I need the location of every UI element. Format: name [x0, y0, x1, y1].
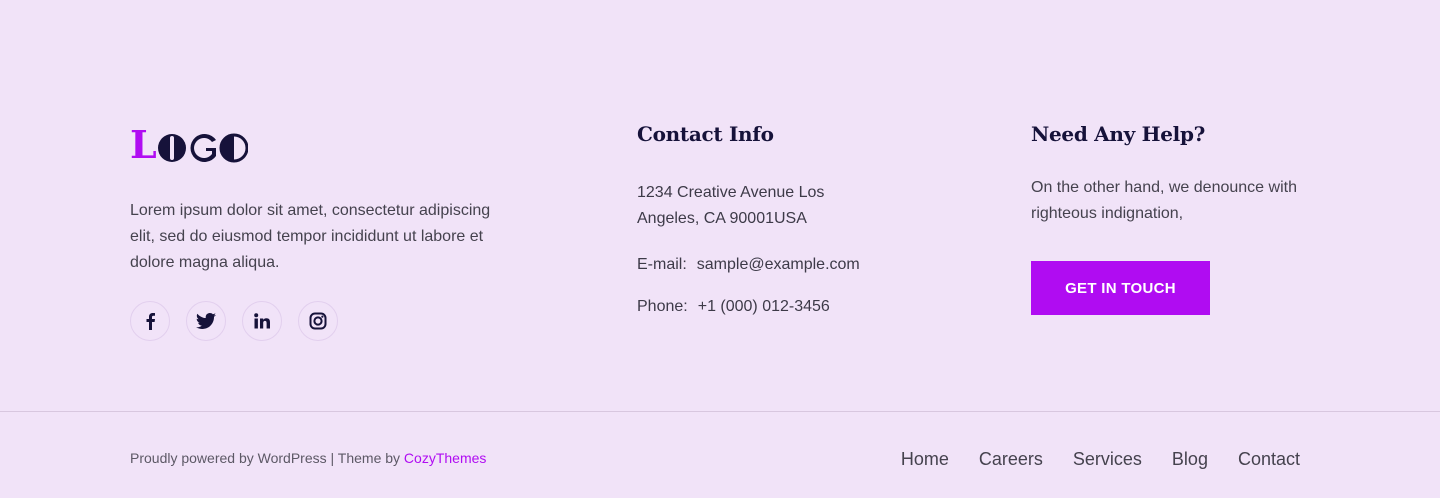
logo-first-letter: L [130, 122, 157, 167]
social-links [130, 301, 338, 341]
site-credits: Proudly powered by WordPress | Theme by … [130, 450, 486, 466]
footer-nav-careers[interactable]: Careers [979, 449, 1043, 470]
twitter-link[interactable] [186, 301, 226, 341]
theme-by-text: Theme by [337, 450, 404, 466]
help-heading: Need Any Help? [1031, 122, 1206, 146]
powered-by-text: Proudly powered by WordPress [130, 450, 327, 466]
facebook-icon [146, 313, 155, 330]
phone-label: Phone: [637, 298, 688, 315]
about-text: Lorem ipsum dolor sit amet, consectetur … [130, 202, 491, 271]
footer-divider [0, 411, 1440, 412]
contact-email-row: E-mail: sample@example.com [637, 256, 860, 274]
linkedin-link[interactable] [242, 301, 282, 341]
footer-nav: Home Careers Services Blog Contact [901, 449, 1300, 470]
email-label: E-mail: [637, 256, 687, 273]
contact-phone-row: Phone: +1 (000) 012-3456 [637, 298, 830, 316]
credits-separator: | [326, 450, 338, 466]
linkedin-icon [254, 313, 270, 329]
footer-nav-blog[interactable]: Blog [1172, 449, 1208, 470]
twitter-icon [196, 313, 216, 329]
footer-nav-home[interactable]: Home [901, 449, 949, 470]
footer-nav-contact[interactable]: Contact [1238, 449, 1300, 470]
contact-address: 1234 Creative Avenue Los Angeles, CA 900… [637, 184, 825, 227]
footer-top: L Lorem ipsum dolor sit amet, consectetu… [0, 0, 1440, 411]
phone-link[interactable]: +1 (000) 012-3456 [698, 298, 830, 316]
theme-author-link[interactable]: CozyThemes [404, 450, 486, 466]
get-in-touch-button[interactable]: GET IN TOUCH [1031, 261, 1210, 315]
contact-info-heading: Contact Info [637, 122, 774, 146]
site-logo[interactable]: L [130, 124, 248, 164]
help-text: On the other hand, we denounce with righ… [1031, 179, 1297, 222]
instagram-link[interactable] [298, 301, 338, 341]
footer-nav-services[interactable]: Services [1073, 449, 1142, 470]
logo-mark-icon [157, 133, 248, 163]
instagram-icon [309, 312, 327, 330]
facebook-link[interactable] [130, 301, 170, 341]
email-link[interactable]: sample@example.com [697, 256, 860, 274]
